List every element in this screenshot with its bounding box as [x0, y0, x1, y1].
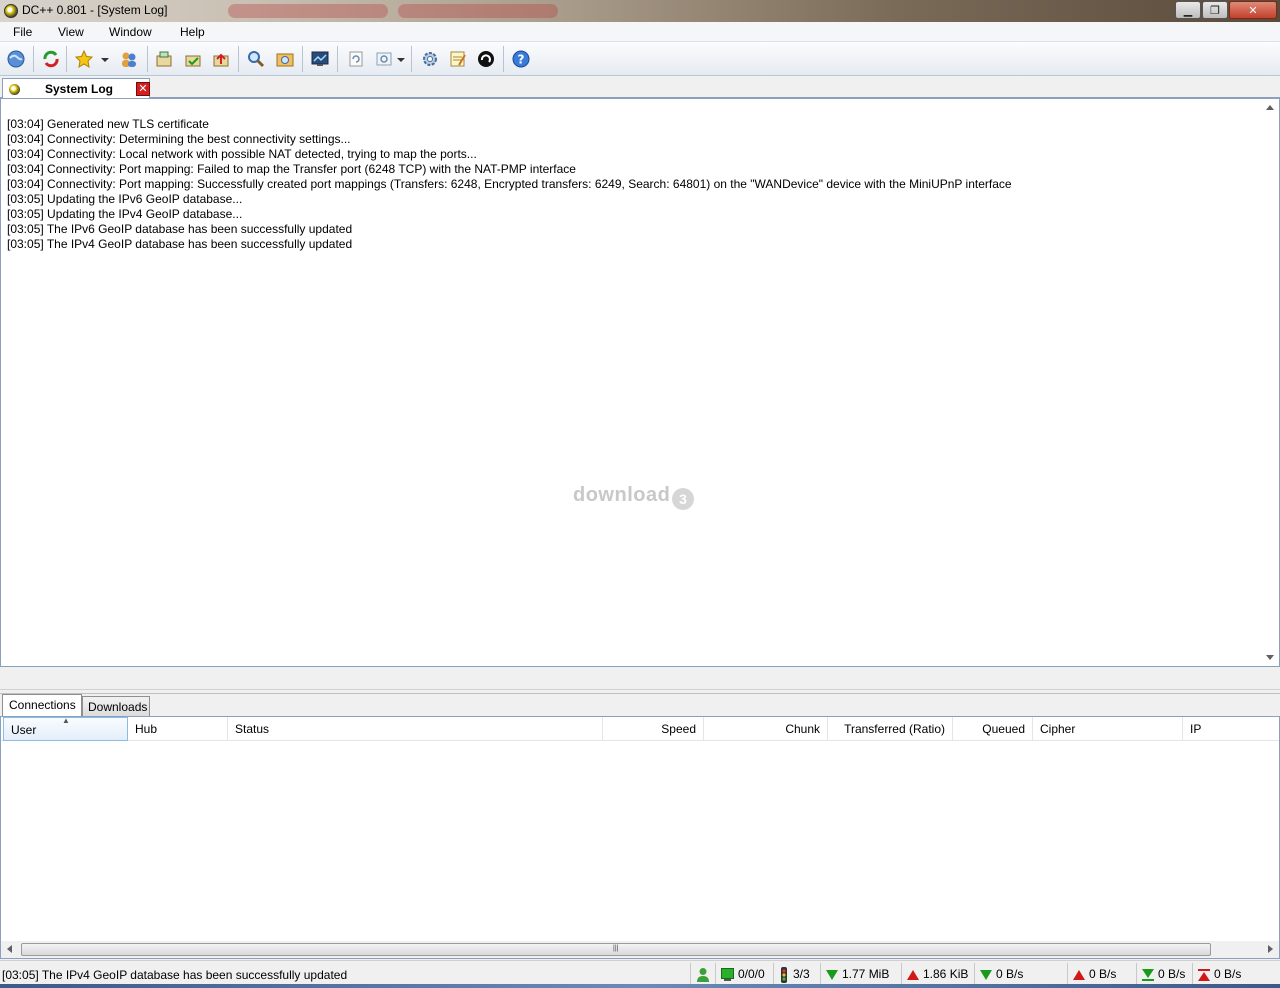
- system-log-icon: [9, 84, 20, 95]
- connections-list[interactable]: ▲ User Hub Status Speed Chunk Transferred…: [0, 716, 1280, 959]
- public-hubs-icon[interactable]: [7, 50, 25, 68]
- open-file-list-icon[interactable]: [375, 50, 393, 68]
- title-bar: DC++ 0.801 - [System Log] ▁ ❐ ✕: [0, 0, 1280, 22]
- status-uploaded: 1.86 KiB: [901, 963, 974, 985]
- menu-bar: File View Window Help: [0, 22, 1280, 42]
- reconnect-icon[interactable]: [42, 50, 60, 68]
- column-header-cipher[interactable]: Cipher: [1033, 717, 1183, 741]
- column-header-ip[interactable]: IP: [1183, 717, 1279, 741]
- log-vertical-scrollbar[interactable]: [1262, 99, 1279, 666]
- status-upload-limit[interactable]: 0 B/s: [1192, 963, 1278, 985]
- log-line: [03:05] The IPv6 GeoIP database has been…: [7, 222, 353, 236]
- minimize-button[interactable]: ▁: [1175, 1, 1201, 19]
- sort-ascending-icon: ▲: [62, 716, 70, 725]
- scroll-up-icon[interactable]: [1266, 105, 1274, 110]
- slots-icon: [781, 966, 787, 983]
- notepad-monitor-icon[interactable]: [311, 50, 329, 68]
- mdi-tab-strip: System Log ✕: [0, 76, 1280, 99]
- tab-system-log-label: System Log: [45, 82, 114, 96]
- column-header-chunk[interactable]: Chunk: [704, 717, 828, 741]
- status-message: [03:05] The IPv4 GeoIP database has been…: [2, 968, 348, 982]
- download-limit-icon: [1142, 968, 1154, 981]
- log-line: [03:04] Connectivity: Port mapping: Fail…: [7, 162, 576, 176]
- column-header-row: ▲ User Hub Status Speed Chunk Transferred…: [1, 716, 1279, 741]
- scrollbar-grip-icon: |||: [613, 945, 619, 952]
- log-line: [03:04] Connectivity: Determining the be…: [7, 132, 351, 146]
- finished-uploads-icon[interactable]: [212, 50, 230, 68]
- dcpp-app-icon: [4, 4, 18, 18]
- status-download-speed: 0 B/s: [974, 963, 1067, 985]
- menu-file[interactable]: File: [13, 25, 32, 39]
- scroll-down-icon[interactable]: [1266, 655, 1274, 660]
- background-tab-ghost: [398, 4, 558, 18]
- help-icon[interactable]: ?: [512, 50, 530, 68]
- status-slots: 3/3: [773, 963, 820, 985]
- download-queue-icon[interactable]: [155, 50, 173, 68]
- pane-splitter[interactable]: [0, 667, 1280, 694]
- upload-speed-icon: [1073, 969, 1085, 980]
- maximize-button[interactable]: ❐: [1202, 1, 1228, 19]
- upload-arrow-icon: [907, 969, 919, 980]
- close-button[interactable]: ✕: [1229, 1, 1277, 19]
- column-header-hub[interactable]: Hub: [128, 717, 228, 741]
- settings-icon[interactable]: [421, 50, 439, 68]
- column-header-user[interactable]: ▲ User: [3, 716, 128, 741]
- file-list-dropdown-icon[interactable]: [396, 50, 406, 68]
- status-user-icon-cell: [690, 963, 715, 985]
- finished-downloads-icon[interactable]: [184, 50, 202, 68]
- adl-search-icon[interactable]: [276, 50, 294, 68]
- scroll-left-icon[interactable]: [7, 945, 12, 953]
- transfer-tabs: Connections Downloads: [0, 694, 1280, 717]
- column-header-speed[interactable]: Speed: [603, 717, 704, 741]
- download-arrow-icon: [826, 969, 838, 980]
- away-icon[interactable]: [477, 50, 495, 68]
- status-downloaded: 1.77 MiB: [820, 963, 901, 985]
- log-line: [03:04] Generated new TLS certificate: [7, 117, 209, 131]
- menu-window[interactable]: Window: [109, 25, 152, 39]
- connections-horizontal-scrollbar[interactable]: |||: [1, 941, 1279, 958]
- status-download-limit[interactable]: 0 B/s: [1136, 963, 1192, 985]
- hubs-icon: [721, 968, 734, 982]
- column-header-status[interactable]: Status: [228, 717, 603, 741]
- notepad-icon[interactable]: [449, 50, 467, 68]
- menu-help[interactable]: Help: [180, 25, 205, 39]
- close-tab-icon[interactable]: ✕: [136, 82, 150, 96]
- status-upload-speed: 0 B/s: [1067, 963, 1136, 985]
- upload-limit-icon: [1198, 968, 1210, 981]
- log-line: [03:04] Connectivity: Local network with…: [7, 147, 477, 161]
- log-line: [03:04] Connectivity: Port mapping: Succ…: [7, 177, 1012, 191]
- tab-downloads[interactable]: Downloads: [82, 696, 150, 717]
- status-hubs: 0/0/0: [715, 963, 773, 985]
- download-speed-icon: [980, 969, 992, 980]
- svg-text:?: ?: [518, 53, 525, 67]
- background-tab-ghost: [228, 4, 388, 18]
- column-header-queued[interactable]: Queued: [953, 717, 1033, 741]
- watermark-logo: download 3: [573, 484, 695, 510]
- user-icon: [697, 967, 709, 982]
- window-title: DC++ 0.801 - [System Log]: [22, 3, 168, 17]
- column-header-transferred[interactable]: Transferred (Ratio): [828, 717, 953, 741]
- log-line: [03:05] Updating the IPv4 GeoIP database…: [7, 207, 243, 221]
- refresh-file-list-icon[interactable]: [347, 50, 365, 68]
- scroll-right-icon[interactable]: [1268, 945, 1273, 953]
- search-icon[interactable]: [247, 50, 265, 68]
- favorite-dropdown-icon[interactable]: [100, 50, 110, 68]
- menu-view[interactable]: View: [58, 25, 84, 39]
- log-line: [03:05] The IPv4 GeoIP database has been…: [7, 237, 353, 251]
- system-log-text[interactable]: [03:04] Generated new TLS certificate [0…: [0, 98, 1280, 667]
- favorite-users-icon[interactable]: [120, 50, 138, 68]
- taskbar-edge: [0, 984, 1280, 988]
- toolbar: ?: [0, 42, 1280, 76]
- log-line: [03:05] Updating the IPv6 GeoIP database…: [7, 192, 243, 206]
- favorite-hubs-icon[interactable]: [75, 50, 93, 68]
- tab-connections[interactable]: Connections: [2, 694, 82, 716]
- tab-system-log[interactable]: System Log ✕: [2, 78, 150, 99]
